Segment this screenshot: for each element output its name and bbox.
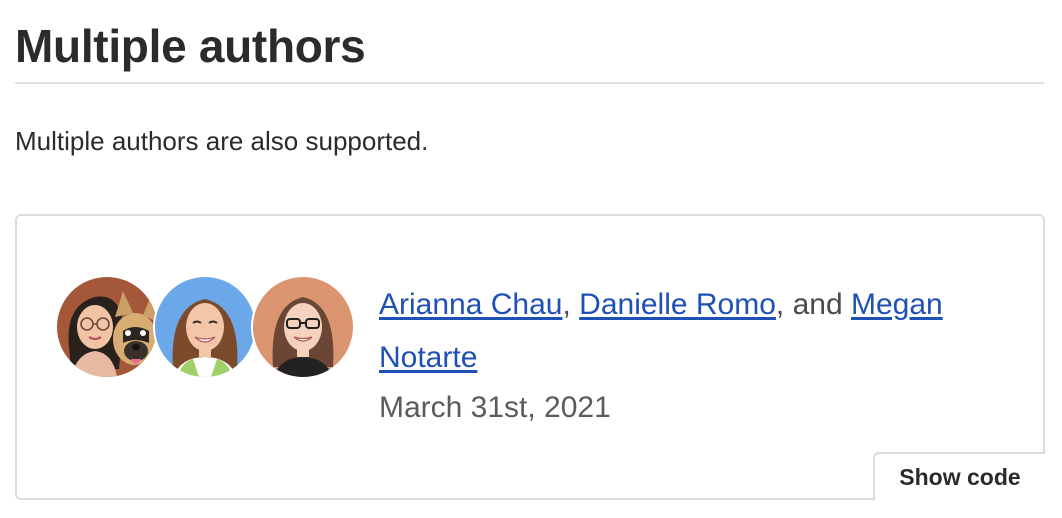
docs-section: Multiple authors Multiple authors are al… bbox=[15, 0, 1045, 500]
author-avatar-group bbox=[55, 275, 355, 381]
section-description: Multiple authors are also supported. bbox=[15, 126, 429, 156]
byline-separator: , bbox=[562, 288, 571, 321]
author-byline: Arianna Chau, Danielle Romo, and Megan N… bbox=[379, 278, 999, 384]
person-avatar-icon bbox=[155, 277, 255, 377]
avatar-danielle-romo[interactable] bbox=[153, 275, 257, 379]
show-code-button[interactable]: Show code bbox=[873, 452, 1045, 500]
example-preview-card: Arianna Chau, Danielle Romo, and Megan N… bbox=[15, 214, 1045, 500]
section-heading: Multiple authors bbox=[15, 20, 366, 72]
publish-date: March 31st, 2021 bbox=[379, 391, 611, 424]
avatar-arianna-chau[interactable] bbox=[55, 275, 159, 379]
author-link-arianna-chau[interactable]: Arianna Chau bbox=[379, 288, 562, 321]
heading-divider bbox=[15, 82, 1044, 84]
byline-conjunction: , and bbox=[775, 288, 843, 321]
author-link-danielle-romo[interactable]: Danielle Romo bbox=[579, 288, 776, 321]
person-with-dog-avatar-icon bbox=[57, 277, 157, 377]
avatar-megan-notarte[interactable] bbox=[251, 275, 355, 379]
person-with-glasses-avatar-icon bbox=[253, 277, 353, 377]
